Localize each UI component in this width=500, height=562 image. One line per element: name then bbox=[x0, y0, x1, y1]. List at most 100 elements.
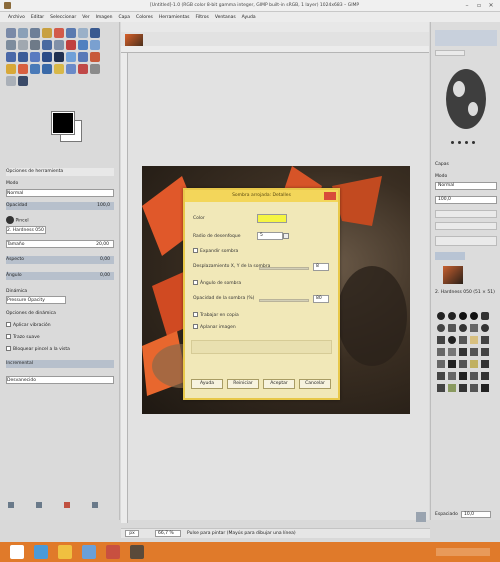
keep-copy-row[interactable]: Trabajar en copia bbox=[193, 312, 239, 318]
ink-tool-icon[interactable] bbox=[42, 64, 52, 74]
angle-checkbox[interactable] bbox=[193, 280, 198, 285]
flatten-row[interactable]: Aplanar imagen bbox=[193, 324, 236, 330]
brush-cell[interactable] bbox=[470, 384, 478, 392]
brush-name-field[interactable]: 2. Hardness 050 bbox=[6, 226, 46, 234]
brush-cell[interactable] bbox=[481, 360, 489, 368]
system-tray[interactable] bbox=[436, 548, 490, 556]
save-options-icon[interactable] bbox=[8, 502, 14, 508]
angle-row[interactable]: Ángulo de sombra bbox=[193, 280, 241, 286]
reset-options-icon[interactable] bbox=[92, 502, 98, 508]
vertical-ruler[interactable] bbox=[121, 53, 128, 523]
scissors-tool-icon[interactable] bbox=[66, 28, 76, 38]
airbrush-tool-icon[interactable] bbox=[30, 64, 40, 74]
dialog-close-icon[interactable] bbox=[324, 192, 336, 200]
color-picker-tool-icon[interactable] bbox=[6, 40, 16, 50]
brush-cell[interactable] bbox=[481, 324, 489, 332]
app-icon[interactable] bbox=[106, 545, 120, 559]
brush-cell[interactable] bbox=[470, 324, 478, 332]
eraser-tool-icon[interactable] bbox=[18, 64, 28, 74]
lock-brush-row[interactable]: Bloquear pincel a la vista bbox=[6, 346, 114, 354]
offset-slider[interactable] bbox=[259, 267, 309, 270]
jitter-row[interactable]: Aplicar vibración bbox=[6, 322, 114, 330]
menu-windows[interactable]: Ventanas bbox=[215, 15, 236, 20]
ellipse-select-tool-icon[interactable] bbox=[18, 28, 28, 38]
dock-mode-select[interactable]: Normal bbox=[435, 182, 497, 190]
brush-cell[interactable] bbox=[459, 384, 467, 392]
zoom-tool-icon[interactable] bbox=[18, 40, 28, 50]
clone-tool-icon[interactable] bbox=[54, 64, 64, 74]
maximize-button[interactable]: ▫ bbox=[474, 2, 484, 9]
mode-select[interactable]: Normal bbox=[6, 189, 114, 197]
text-tool-icon[interactable] bbox=[54, 52, 64, 62]
brush-cell[interactable] bbox=[448, 372, 456, 380]
move-tool-icon[interactable] bbox=[42, 40, 52, 50]
restore-options-icon[interactable] bbox=[36, 502, 42, 508]
shadow-opacity-slider[interactable] bbox=[259, 299, 309, 302]
blur-input[interactable]: 5 bbox=[257, 232, 283, 240]
help-button[interactable]: Ayuda bbox=[191, 379, 223, 389]
menu-colors[interactable]: Colores bbox=[136, 15, 153, 20]
shear-tool-icon[interactable] bbox=[6, 52, 16, 62]
dynamics-options-row[interactable]: Opciones de dinámica bbox=[6, 310, 114, 318]
smudge-tool-icon[interactable] bbox=[6, 76, 16, 86]
brush-cell[interactable] bbox=[470, 336, 478, 344]
dodge-burn-tool-icon[interactable] bbox=[18, 76, 28, 86]
menu-file[interactable]: Archivo bbox=[8, 15, 25, 20]
brush-cell[interactable] bbox=[437, 336, 445, 344]
brush-cell[interactable] bbox=[448, 360, 456, 368]
blur-tool-icon[interactable] bbox=[90, 64, 100, 74]
aspect-slider[interactable]: Aspecto 0,00 bbox=[6, 256, 114, 264]
brush-cell[interactable] bbox=[437, 348, 445, 356]
jitter-checkbox[interactable] bbox=[6, 322, 11, 327]
size-slider[interactable]: Tamaño 20,00 bbox=[6, 240, 114, 248]
dock-opacity-field[interactable]: 100,0 bbox=[435, 196, 497, 204]
free-select-tool-icon[interactable] bbox=[30, 28, 40, 38]
dock-lock-row[interactable] bbox=[435, 210, 497, 218]
menu-help[interactable]: Ayuda bbox=[242, 15, 256, 20]
scale-tool-icon[interactable] bbox=[90, 40, 100, 50]
brush-cell[interactable] bbox=[437, 324, 445, 332]
start-icon[interactable] bbox=[10, 545, 24, 559]
brush-cell[interactable] bbox=[448, 336, 456, 344]
perspective-clone-tool-icon[interactable] bbox=[78, 64, 88, 74]
brush-cell[interactable] bbox=[481, 384, 489, 392]
brush-cell[interactable] bbox=[448, 348, 456, 356]
brush-cell[interactable] bbox=[448, 384, 456, 392]
flatten-checkbox[interactable] bbox=[193, 324, 198, 329]
menu-view[interactable]: Ver bbox=[82, 15, 89, 20]
shadow-opacity-input[interactable]: 80 bbox=[313, 295, 329, 303]
cancel-button[interactable]: Cancelar bbox=[299, 379, 331, 389]
heal-tool-icon[interactable] bbox=[66, 64, 76, 74]
fuzzy-select-tool-icon[interactable] bbox=[42, 28, 52, 38]
brush-cell[interactable] bbox=[481, 336, 489, 344]
menu-edit[interactable]: Editar bbox=[31, 15, 44, 20]
close-button[interactable]: ✕ bbox=[486, 2, 496, 9]
brush-cell[interactable] bbox=[437, 372, 445, 380]
spacing-field[interactable]: 10,0 bbox=[461, 511, 491, 518]
flip-tool-icon[interactable] bbox=[30, 52, 40, 62]
expand-row[interactable]: Expandir sombra bbox=[193, 248, 238, 254]
menu-select[interactable]: Seleccionar bbox=[50, 15, 76, 20]
brush-cell[interactable] bbox=[459, 372, 467, 380]
blend-tool-icon[interactable] bbox=[78, 52, 88, 62]
brush-cell[interactable] bbox=[470, 312, 478, 320]
horizontal-ruler[interactable] bbox=[121, 46, 429, 53]
brush-cell[interactable] bbox=[481, 312, 489, 320]
media-icon[interactable] bbox=[82, 545, 96, 559]
brush-cell[interactable] bbox=[459, 312, 467, 320]
units-select[interactable]: px bbox=[125, 530, 139, 537]
layer-row[interactable] bbox=[435, 252, 465, 260]
brush-cell[interactable] bbox=[448, 324, 456, 332]
gimp-task-icon[interactable] bbox=[130, 545, 144, 559]
ie-icon[interactable] bbox=[34, 545, 48, 559]
pencil-tool-icon[interactable] bbox=[90, 52, 100, 62]
cage-tool-icon[interactable] bbox=[42, 52, 52, 62]
bucket-fill-tool-icon[interactable] bbox=[66, 52, 76, 62]
brush-cell[interactable] bbox=[470, 372, 478, 380]
explorer-icon[interactable] bbox=[58, 545, 72, 559]
color-select-tool-icon[interactable] bbox=[54, 28, 64, 38]
paths-tool-icon[interactable] bbox=[90, 28, 100, 38]
brush-cell[interactable] bbox=[437, 360, 445, 368]
brush-cell[interactable] bbox=[437, 384, 445, 392]
dynamics-select[interactable]: Pressure Opacity bbox=[6, 296, 66, 304]
